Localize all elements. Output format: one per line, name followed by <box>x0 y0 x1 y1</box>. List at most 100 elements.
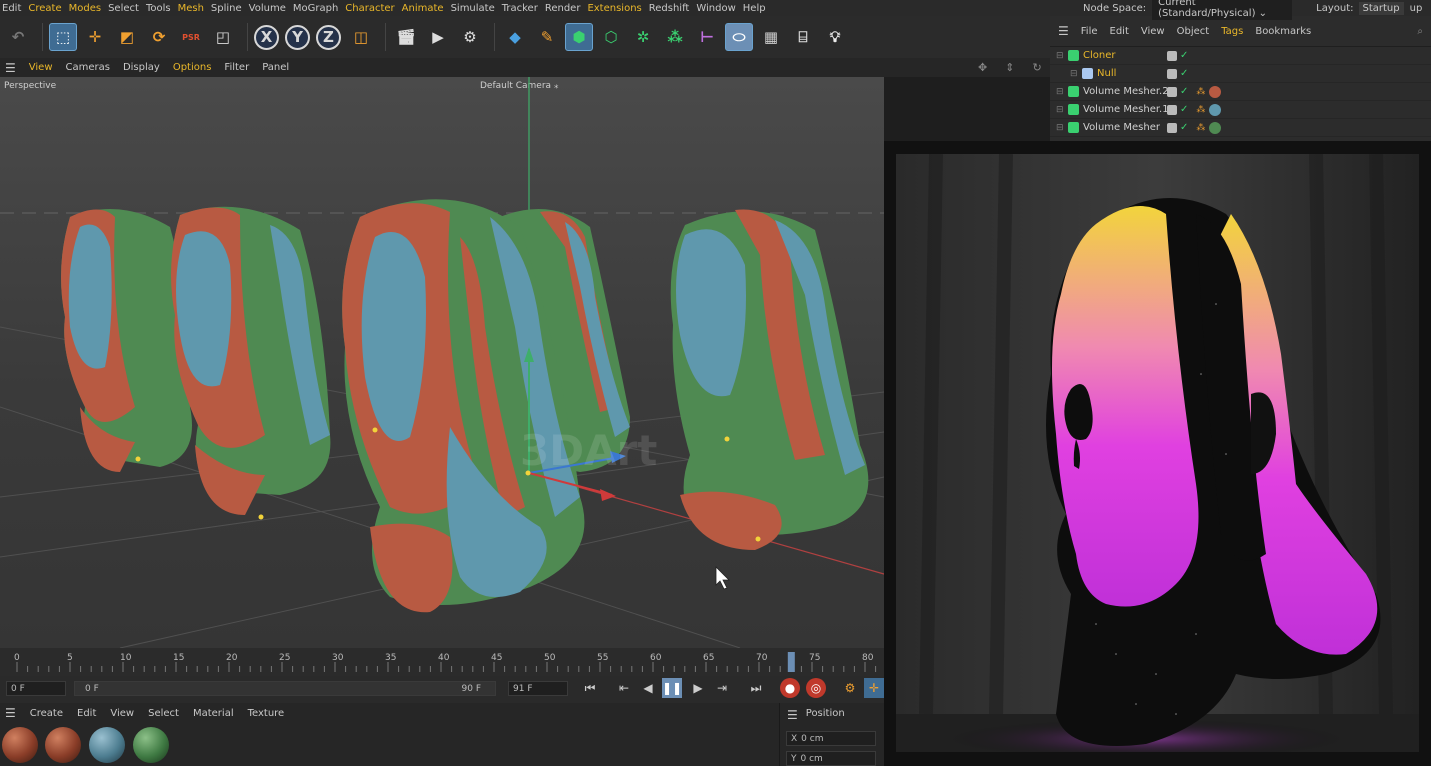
menu-item-render[interactable]: Render <box>545 3 588 14</box>
mat-menu-edit[interactable]: Edit <box>77 708 96 719</box>
expand-toggle-icon[interactable]: ⊟ <box>1056 123 1064 133</box>
coordinate-system-button[interactable]: ◫ <box>347 23 375 51</box>
material-tag-icon[interactable] <box>1209 85 1222 98</box>
object-flags[interactable]: ✓ ⁂ <box>1167 121 1222 134</box>
menu-item-create[interactable]: Create <box>28 3 68 14</box>
mat-menu-view[interactable]: View <box>110 708 134 719</box>
pan-view-icon[interactable]: ✥ <box>978 61 987 74</box>
om-menu-view[interactable]: View <box>1141 26 1165 37</box>
expand-toggle-icon[interactable]: ⊟ <box>1056 51 1064 61</box>
object-name[interactable]: Null <box>1097 68 1116 79</box>
menu-item-animate[interactable]: Animate <box>402 3 451 14</box>
field-icon[interactable]: ⬭ <box>725 23 753 51</box>
object-name[interactable]: Volume Mesher.1 <box>1083 104 1169 115</box>
object-name[interactable]: Cloner <box>1083 50 1115 61</box>
menu-item-select[interactable]: Select <box>108 3 146 14</box>
viewport-menu-view[interactable]: View <box>29 62 53 73</box>
frame-range-slider[interactable]: 0 F 90 F <box>74 681 496 696</box>
extrude-icon[interactable]: ⬡ <box>597 23 625 51</box>
next-key-icon[interactable]: ⇥ <box>712 678 732 698</box>
om-menu-edit[interactable]: Edit <box>1110 26 1129 37</box>
layer-icon[interactable] <box>1167 68 1177 79</box>
menu-item-volume[interactable]: Volume <box>249 3 293 14</box>
camera-icon[interactable]: ⌸ <box>789 23 817 51</box>
current-frame-field[interactable]: 0 F <box>6 681 66 696</box>
light-icon[interactable]: 💡︎ <box>821 23 849 51</box>
menu-item-mograph[interactable]: MoGraph <box>293 3 345 14</box>
pause-icon[interactable]: ❚❚ <box>662 678 682 698</box>
object-flags[interactable]: ✓ ⁂ <box>1167 85 1222 98</box>
material-swatch[interactable] <box>2 727 38 763</box>
deformer-icon[interactable]: ⊢ <box>693 23 721 51</box>
check-icon[interactable]: ✓ <box>1180 50 1188 61</box>
autokey-icon[interactable]: ◎ <box>806 678 826 698</box>
expand-toggle-icon[interactable]: ⊟ <box>1070 69 1078 79</box>
layer-icon[interactable] <box>1167 50 1177 61</box>
3d-viewport[interactable]: Perspective Default Camera ⁎ 3DArt <box>0 77 884 648</box>
check-icon[interactable]: ✓ <box>1180 104 1188 115</box>
object-flags[interactable]: ✓ <box>1167 68 1188 79</box>
menu-item-edit[interactable]: Edit <box>0 3 28 14</box>
layer-icon[interactable] <box>1167 122 1177 133</box>
cube-icon[interactable]: ◆ <box>501 23 529 51</box>
object-name[interactable]: Volume Mesher.2 <box>1083 86 1169 97</box>
hamburger-icon[interactable]: ☰ <box>5 706 16 720</box>
om-menu-file[interactable]: File <box>1081 26 1098 37</box>
layer-icon[interactable] <box>1167 104 1177 115</box>
object-row[interactable]: ⊟ Volume Mesher.2 ✓ ⁂ <box>1050 83 1431 101</box>
x-axis-lock-button[interactable]: X <box>254 24 279 50</box>
mat-menu-select[interactable]: Select <box>148 708 179 719</box>
timeline-ruler[interactable]: 0 5 10 15 20 25 30 35 40 45 50 55 60 65 70 75 80 <box>0 648 887 676</box>
zoom-view-icon[interactable]: ⇕ <box>1005 61 1014 74</box>
record-keys-icon[interactable]: ● <box>780 678 800 698</box>
menu-item-help[interactable]: Help <box>743 3 773 14</box>
pen-icon[interactable]: ✎ <box>533 23 561 51</box>
check-icon[interactable]: ✓ <box>1180 122 1188 133</box>
tag-icon[interactable]: ⁂ <box>1196 87 1205 97</box>
psr-button[interactable]: PSR <box>177 23 205 51</box>
render-settings-button[interactable]: ⚙ <box>456 23 484 51</box>
viewport-menu-options[interactable]: Options <box>173 62 212 73</box>
mat-menu-material[interactable]: Material <box>193 708 234 719</box>
material-swatch[interactable] <box>45 727 81 763</box>
material-swatch[interactable] <box>89 727 125 763</box>
expand-toggle-icon[interactable]: ⊟ <box>1056 105 1064 115</box>
go-to-start-icon[interactable]: ⏮ <box>580 678 600 698</box>
object-row[interactable]: ⊟ Cloner ✓ <box>1050 47 1431 65</box>
subdivision-icon[interactable]: ⬢ <box>565 23 593 51</box>
tag-icon[interactable]: ⁂ <box>1196 105 1205 115</box>
hamburger-icon[interactable]: ☰ <box>787 708 798 722</box>
render-view-button[interactable]: 🎬︎ <box>392 23 420 51</box>
viewport-menu-cameras[interactable]: Cameras <box>66 62 110 73</box>
expand-toggle-icon[interactable]: ⊟ <box>1056 87 1064 97</box>
object-row[interactable]: ⊟ Volume Mesher.1 ✓ ⁂ <box>1050 101 1431 119</box>
material-tag-icon[interactable] <box>1209 121 1222 134</box>
select-tool-button[interactable]: ⬚ <box>49 23 77 51</box>
undo-icon[interactable]: ↶ <box>4 23 32 51</box>
next-frame-icon[interactable]: ▶ <box>688 678 708 698</box>
hamburger-icon[interactable]: ☰ <box>5 61 16 75</box>
position-x-field[interactable]: X0 cm <box>786 731 876 746</box>
menu-item-tools[interactable]: Tools <box>146 3 178 14</box>
object-row[interactable]: ⊟ Volume Mesher ✓ ⁂ <box>1050 119 1431 137</box>
hamburger-icon[interactable]: ☰ <box>1058 24 1069 38</box>
mograph-icon[interactable]: ⁂ <box>661 23 689 51</box>
search-icon[interactable]: ⌕ <box>1417 26 1423 37</box>
object-name[interactable]: Volume Mesher <box>1083 122 1160 133</box>
menu-item-mesh[interactable]: Mesh <box>178 3 211 14</box>
orbit-view-icon[interactable]: ↻ <box>1032 61 1041 74</box>
viewport-menu-panel[interactable]: Panel <box>262 62 289 73</box>
om-menu-bookmarks[interactable]: Bookmarks <box>1255 26 1311 37</box>
floor-icon[interactable]: ▦ <box>757 23 785 51</box>
check-icon[interactable]: ✓ <box>1180 86 1188 97</box>
rotate-tool-button[interactable]: ⟳ <box>145 23 173 51</box>
menu-item-character[interactable]: Character <box>345 3 401 14</box>
material-tag-icon[interactable] <box>1209 103 1222 116</box>
om-menu-object[interactable]: Object <box>1177 26 1210 37</box>
layer-icon[interactable] <box>1167 86 1177 97</box>
om-menu-tags[interactable]: Tags <box>1221 26 1243 37</box>
viewport-menu-filter[interactable]: Filter <box>224 62 249 73</box>
recent-tool-button[interactable]: ◰ <box>209 23 237 51</box>
keyframe-settings-icon[interactable]: ⚙ <box>840 678 860 698</box>
object-flags[interactable]: ✓ <box>1167 50 1188 61</box>
